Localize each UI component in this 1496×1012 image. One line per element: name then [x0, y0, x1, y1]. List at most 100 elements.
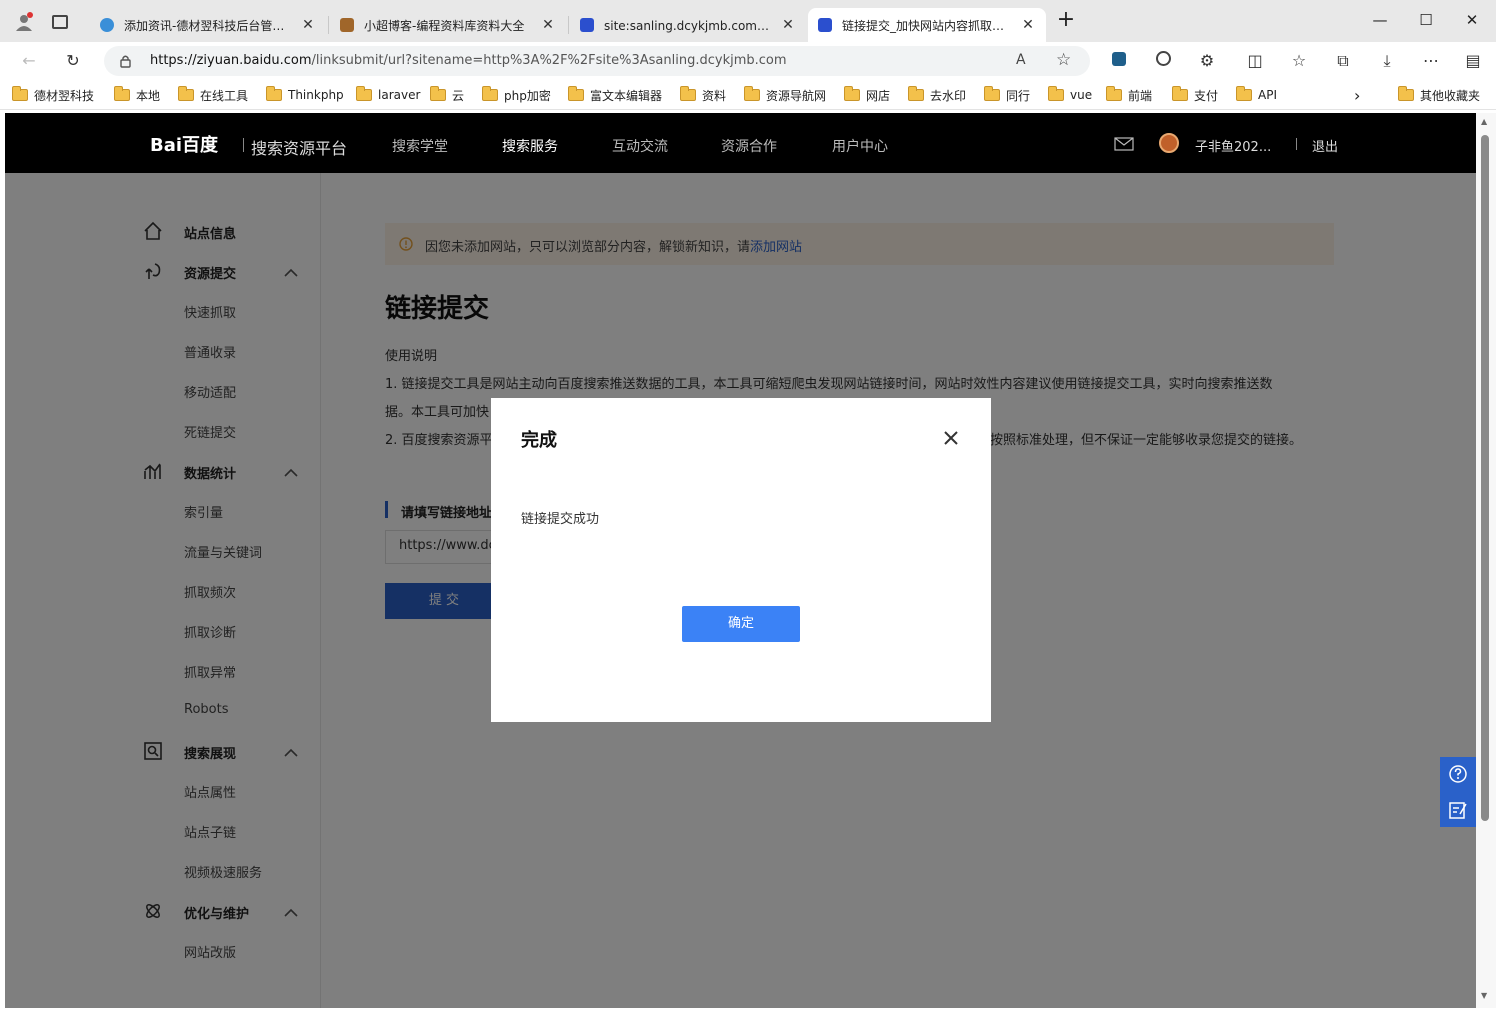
close-icon[interactable] [939, 426, 963, 450]
sidebar-item-site-attributes[interactable]: 站点属性 [184, 782, 236, 801]
collections-icon[interactable]: ⧉ [1332, 50, 1354, 72]
downloads-icon[interactable]: ⤓ [1376, 50, 1398, 72]
sidebar-group-data-stats[interactable]: 数据统计 [184, 463, 236, 482]
sidebar-item-video-service[interactable]: 视频极速服务 [184, 862, 262, 881]
bookmark-folder[interactable]: 前端 [1106, 86, 1152, 104]
sidebar-item-traffic-keywords[interactable]: 流量与关键词 [184, 542, 262, 561]
folder-icon [844, 86, 860, 101]
chevron-up-icon[interactable] [283, 748, 299, 758]
sidebar-item-crawl-diagnosis[interactable]: 抓取诊断 [184, 622, 236, 641]
sidebar-item-mobile-adapt[interactable]: 移动适配 [184, 382, 236, 401]
sidebar-item-site-revision[interactable]: 网站改版 [184, 942, 236, 961]
refresh-icon[interactable]: ↻ [62, 50, 84, 72]
sidebar-item-site-sublinks[interactable]: 站点子链 [184, 822, 236, 841]
extension-icon[interactable] [1108, 50, 1130, 72]
mail-icon[interactable] [1114, 137, 1134, 151]
nav-link-community[interactable]: 互动交流 [612, 136, 668, 156]
scroll-down-arrow-icon[interactable]: ▼ [1481, 991, 1487, 1000]
tab-admin[interactable]: 添加资讯-德材翌科技后台管理系统 ✕ [90, 8, 326, 42]
sidebar-toggle-icon[interactable]: ▤ [1462, 50, 1484, 72]
nav-link-academy[interactable]: 搜索学堂 [392, 136, 448, 156]
folder-icon [266, 86, 282, 101]
bookmark-folder[interactable]: Thinkphp [266, 86, 344, 104]
username[interactable]: 子非鱼202... [1195, 136, 1271, 155]
close-tab-icon[interactable]: ✕ [780, 17, 796, 33]
nav-link-cooperation[interactable]: 资源合作 [721, 136, 777, 156]
sidebar-item-fast-crawl[interactable]: 快速抓取 [184, 302, 236, 321]
new-tab-icon[interactable]: + [1056, 9, 1076, 31]
bookmark-folder[interactable]: php加密 [482, 86, 551, 104]
close-tab-icon[interactable]: ✕ [300, 17, 316, 33]
sidebar-item-index-volume[interactable]: 索引量 [184, 502, 223, 521]
submit-button[interactable]: 提 交 [385, 583, 503, 619]
bookmark-folder[interactable]: 去水印 [908, 86, 966, 104]
tab-linksubmit[interactable]: 链接提交_加快网站内容抓取，快速提交数据工具 ✕ [808, 8, 1046, 42]
lock-icon[interactable] [120, 54, 131, 68]
nav-link-services[interactable]: 搜索服务 [502, 136, 558, 156]
add-site-link[interactable]: 添加网站 [750, 240, 802, 255]
extension-icon[interactable] [1152, 50, 1174, 72]
extensions-puzzle-icon[interactable]: ⚙ [1196, 50, 1218, 72]
bookmarks-overflow-chevron-icon[interactable]: › [1354, 86, 1360, 105]
baidu-logo[interactable]: Bai百度 [150, 131, 218, 157]
sidebar-item-normal-index[interactable]: 普通收录 [184, 342, 236, 361]
sidebar-group-search-display[interactable]: 搜索展现 [184, 743, 236, 762]
back-icon[interactable]: ← [18, 50, 40, 72]
folder-icon [1398, 86, 1414, 101]
help-icon[interactable] [1448, 764, 1468, 784]
sidebar-group-resource-submit[interactable]: 资源提交 [184, 263, 236, 282]
confirm-button[interactable]: 确定 [682, 606, 800, 642]
sidebar-item-crawl-frequency[interactable]: 抓取频次 [184, 582, 236, 601]
sidebar-item-dead-link[interactable]: 死链提交 [184, 422, 236, 441]
favorites-icon[interactable]: ☆ [1288, 50, 1310, 72]
floating-help-bar [1440, 757, 1476, 827]
bookmark-folder[interactable]: 在线工具 [178, 86, 248, 104]
chevron-up-icon[interactable] [283, 468, 299, 478]
bookmark-folder[interactable]: 德材翌科技 [12, 86, 94, 104]
platform-name[interactable]: 搜索资源平台 [251, 135, 347, 159]
close-tab-icon[interactable]: ✕ [1020, 17, 1036, 33]
logout-link[interactable]: 退出 [1312, 136, 1338, 155]
bookmark-folder[interactable]: laraver [356, 86, 420, 104]
sidebar-item-site-info[interactable]: 站点信息 [184, 223, 236, 242]
bookmark-folder[interactable]: 本地 [114, 86, 160, 104]
scroll-up-arrow-icon[interactable]: ▲ [1481, 117, 1487, 126]
logo-divider [243, 138, 244, 152]
bookmark-folder[interactable]: 网店 [844, 86, 890, 104]
sidebar-group-optimize[interactable]: 优化与维护 [184, 903, 249, 922]
other-favorites-folder[interactable]: 其他收藏夹 [1398, 86, 1480, 104]
bookmark-folder[interactable]: vue [1048, 86, 1092, 104]
bookmarks-bar: 德材翌科技 本地 在线工具 Thinkphp laraver 云 php加密 富… [0, 80, 1496, 110]
minimize-icon[interactable]: — [1370, 10, 1390, 30]
site-header: Bai百度 搜索资源平台 搜索学堂 搜索服务 互动交流 资源合作 用户中心 子非… [5, 113, 1476, 173]
split-screen-icon[interactable]: ◫ [1244, 50, 1266, 72]
close-window-icon[interactable]: ✕ [1462, 10, 1482, 30]
bookmark-folder[interactable]: 同行 [984, 86, 1030, 104]
feedback-icon[interactable] [1448, 800, 1468, 820]
chevron-up-icon[interactable] [283, 268, 299, 278]
scroll-thumb[interactable] [1481, 135, 1489, 821]
bookmark-folder[interactable]: 富文本编辑器 [568, 86, 662, 104]
avatar[interactable] [1159, 133, 1179, 153]
bookmark-folder[interactable]: 支付 [1172, 86, 1218, 104]
tab-search[interactable]: site:sanling.dcykjmb.com_百度搜索 ✕ [570, 8, 806, 42]
usage-line-3a: 2. 百度搜索资源平 [385, 433, 493, 448]
bookmark-folder[interactable]: 资料 [680, 86, 726, 104]
bookmark-folder[interactable]: 资源导航网 [744, 86, 826, 104]
more-menu-icon[interactable]: ⋯ [1420, 50, 1442, 72]
tab-actions-icon[interactable] [52, 15, 68, 29]
bookmark-folder[interactable]: 云 [430, 86, 464, 104]
nav-link-user-center[interactable]: 用户中心 [832, 136, 888, 156]
chevron-up-icon[interactable] [283, 908, 299, 918]
close-tab-icon[interactable]: ✕ [540, 17, 556, 33]
sidebar-item-robots[interactable]: Robots [184, 702, 228, 717]
maximize-icon[interactable]: ☐ [1416, 10, 1436, 30]
bookmark-folder[interactable]: API [1236, 86, 1277, 104]
profile-icon[interactable] [14, 12, 34, 32]
sidebar-item-crawl-errors[interactable]: 抓取异常 [184, 662, 236, 681]
address-bar[interactable]: https://ziyuan.baidu.com/linksubmit/url?… [104, 46, 1090, 76]
read-aloud-icon[interactable]: A [1016, 52, 1026, 68]
favorite-star-icon[interactable]: ☆ [1056, 50, 1071, 70]
tab-blog[interactable]: 小超博客-编程资料库资料大全 ✕ [330, 8, 566, 42]
vertical-scrollbar[interactable]: ▲ ▼ [1476, 113, 1496, 1008]
